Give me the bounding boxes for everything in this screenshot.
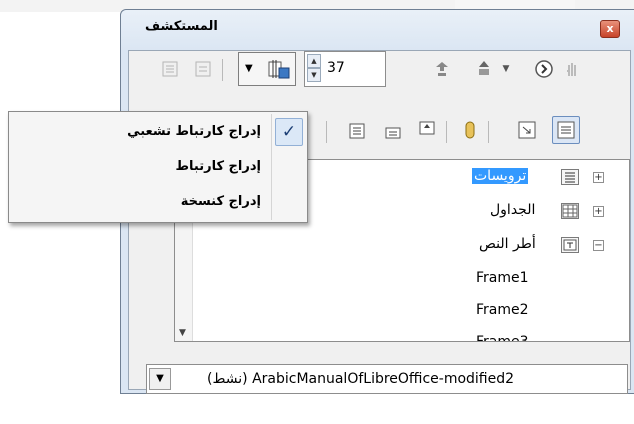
document-selector[interactable]: ▼ ArabicManualOfLibreOffice-modified2 (ن… <box>146 364 628 394</box>
dropdown-arrow-icon: ▼ <box>245 63 253 74</box>
tables-icon <box>561 203 579 219</box>
promote-chapter-box-icon[interactable] <box>415 117 439 141</box>
chevron-down-icon[interactable]: ▼ <box>149 368 171 390</box>
promote-level-icon[interactable] <box>345 119 369 143</box>
headings-icon <box>561 169 579 185</box>
heading-level-spinner[interactable]: ▲ ▼ 37 <box>304 51 386 87</box>
close-icon: x <box>606 22 614 35</box>
spin-up-icon[interactable]: ▲ <box>307 54 321 68</box>
tree-node-label: ترويسات <box>472 168 529 184</box>
menu-item-insert-as-copy[interactable]: إدراج كنسخة <box>13 187 267 217</box>
list-box-icon[interactable] <box>191 57 215 81</box>
drag-mode-menu: ✓ إدراج كارتباط تشعبي إدراج كارتباط إدرا… <box>8 111 308 223</box>
expand-headings-icon[interactable]: + <box>593 172 604 183</box>
next-object-icon[interactable] <box>532 57 556 81</box>
drag-mode-dropdown-button[interactable]: ▼ <box>238 52 296 86</box>
toolbar-separator <box>326 121 327 143</box>
toolbar-separator <box>446 121 447 143</box>
drag-mode-icon <box>265 58 293 87</box>
scroll-down-icon[interactable]: ▼ <box>179 328 186 338</box>
title-bar: المستكشف x <box>121 10 634 50</box>
drag-hand-icon[interactable] <box>560 57 584 81</box>
document-selector-value: ArabicManualOfLibreOffice-modified2 (نشط… <box>207 371 515 387</box>
content-navigation-view-icon[interactable] <box>552 116 580 144</box>
reminder-clip-icon[interactable] <box>458 118 482 142</box>
tree-node-frame2[interactable]: Frame2 <box>476 302 529 318</box>
tree-node-frame3[interactable]: Frame3 <box>476 334 529 341</box>
navigation-dropdown-icon[interactable]: ▼ <box>494 57 518 81</box>
tree-node-label: أطر النص <box>479 236 536 252</box>
header-footer-icon[interactable] <box>515 118 539 142</box>
spinner-arrows[interactable]: ▲ ▼ <box>307 54 321 84</box>
expand-tables-icon[interactable]: + <box>593 206 604 217</box>
window-title: المستكشف <box>145 19 218 34</box>
tree-node-label: الجداول <box>490 202 536 218</box>
navigation-icon[interactable] <box>472 57 496 81</box>
menu-gutter <box>271 114 272 220</box>
spin-down-icon[interactable]: ▼ <box>307 68 321 82</box>
text-frames-icon <box>561 237 579 253</box>
tree-node-frame1[interactable]: Frame1 <box>476 270 529 286</box>
toolbar-separator <box>488 121 489 143</box>
zoom-value: 37 <box>327 60 345 76</box>
promote-chapter-icon[interactable] <box>430 57 454 81</box>
demote-level-icon[interactable] <box>381 119 405 143</box>
content-view-icon[interactable] <box>158 57 182 81</box>
close-button[interactable]: x <box>600 20 620 38</box>
menu-item-insert-as-hyperlink[interactable]: إدراج كارتباط تشعبي <box>13 117 267 147</box>
menu-item-insert-as-link[interactable]: إدراج كارتباط <box>13 152 267 182</box>
check-icon: ✓ <box>275 118 303 146</box>
toolbar-separator <box>222 59 223 81</box>
collapse-text-frames-icon[interactable]: − <box>593 240 604 251</box>
